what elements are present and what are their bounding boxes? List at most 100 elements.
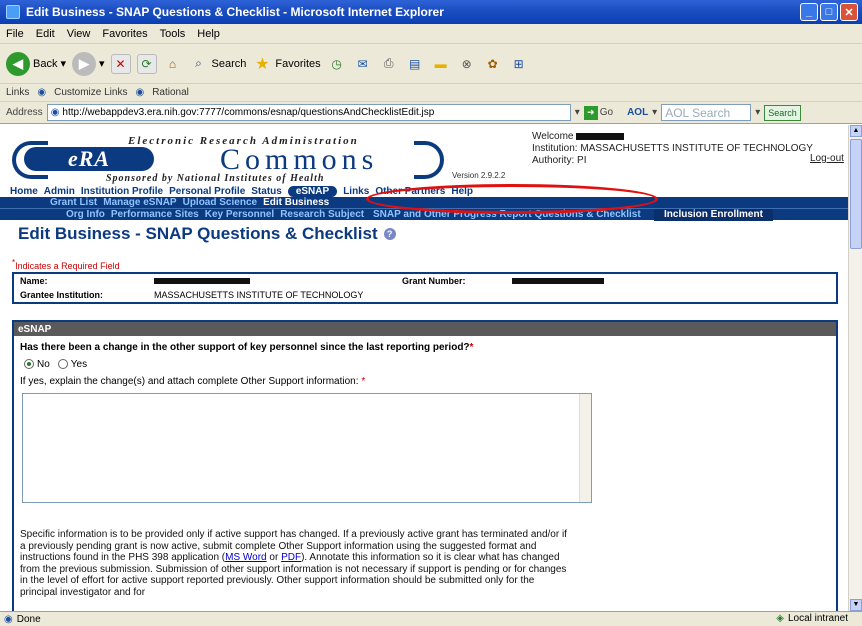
stop-icon[interactable]: ✕ bbox=[110, 53, 131, 74]
zone-label: Local intranet bbox=[787, 613, 848, 624]
home-icon[interactable]: ⌂ bbox=[163, 54, 183, 74]
help-icon[interactable]: ? bbox=[383, 228, 396, 240]
subnav-edit-business[interactable]: Edit Business bbox=[263, 197, 329, 208]
instructions-or: or bbox=[266, 552, 282, 563]
menu-view[interactable]: View bbox=[67, 28, 91, 40]
page-viewport: Electronic Research Administration eRA C… bbox=[0, 125, 848, 611]
ms-word-link[interactable]: MS Word bbox=[225, 552, 267, 563]
radio-no[interactable]: No bbox=[24, 359, 50, 370]
required-star: * bbox=[469, 342, 474, 353]
subnav-grant-list[interactable]: Grant List bbox=[50, 197, 97, 208]
menu-file[interactable]: File bbox=[6, 28, 24, 40]
search-label: Search bbox=[211, 57, 247, 70]
link-customize[interactable]: Customize Links bbox=[54, 87, 127, 98]
radio-no-label: No bbox=[37, 359, 50, 370]
address-label: Address bbox=[6, 107, 43, 118]
refresh-icon[interactable]: ⟳ bbox=[136, 53, 157, 74]
esnap-section: eSNAP Has there been a change in the oth… bbox=[12, 320, 838, 611]
menu-tools[interactable]: Tools bbox=[160, 28, 186, 40]
menu-edit[interactable]: Edit bbox=[36, 28, 55, 40]
era-logo[interactable]: Electronic Research Administration eRA C… bbox=[10, 129, 444, 185]
nav-admin[interactable]: Admin bbox=[44, 186, 75, 197]
explain-change-textarea[interactable] bbox=[22, 393, 592, 503]
forward-button[interactable]: ▶ ▾ bbox=[72, 51, 105, 76]
subnav-manage-esnap[interactable]: Manage eSNAP bbox=[103, 197, 176, 208]
go-arrow-icon: ➜ bbox=[583, 105, 598, 120]
scroll-down-arrow[interactable]: ▼ bbox=[850, 599, 862, 611]
scroll-thumb[interactable] bbox=[850, 139, 862, 249]
globe-icon: ◉ bbox=[37, 87, 47, 98]
close-button[interactable]: ✕ bbox=[840, 3, 858, 21]
era-logo-short: eRA bbox=[24, 146, 154, 171]
links-label: Links bbox=[6, 87, 30, 98]
question-other-support-text: Has there been a change in the other sup… bbox=[20, 342, 470, 353]
menu-help[interactable]: Help bbox=[197, 28, 220, 40]
nav-institution-profile[interactable]: Institution Profile bbox=[81, 186, 163, 197]
chevron-down-icon[interactable]: ▾ bbox=[99, 57, 105, 70]
search-icon: ⌕ bbox=[195, 56, 202, 70]
tab-org-info[interactable]: Org Info bbox=[66, 209, 105, 220]
ie-app-icon bbox=[6, 5, 20, 19]
research-icon[interactable]: ✿ bbox=[483, 54, 503, 74]
go-button[interactable]: ➜ Go bbox=[583, 105, 613, 120]
nav-links[interactable]: Links bbox=[343, 186, 369, 197]
authority-info: Authority: PI bbox=[532, 155, 587, 166]
chevron-down-icon[interactable]: ▾ bbox=[60, 57, 66, 70]
scroll-up-arrow[interactable]: ▲ bbox=[850, 125, 862, 137]
version-label: Version 2.9.2.2 bbox=[452, 171, 506, 180]
favorites-button[interactable]: ★ Favorites bbox=[252, 54, 320, 74]
tab-key-personnel[interactable]: Key Personnel bbox=[205, 209, 274, 220]
folder-icon[interactable]: ▬ bbox=[431, 54, 451, 74]
esnap-section-header: eSNAP bbox=[14, 322, 836, 336]
menu-favorites[interactable]: Favorites bbox=[102, 28, 147, 40]
tab-inclusion-enrollment[interactable]: Inclusion Enrollment bbox=[654, 208, 773, 221]
mail-icon[interactable]: ✉ bbox=[353, 54, 373, 74]
search-button[interactable]: ⌕ Search bbox=[189, 54, 247, 74]
welcome-label: Welcome bbox=[532, 131, 574, 142]
page-icon: ◉ bbox=[50, 107, 60, 118]
radio-yes-control[interactable] bbox=[57, 359, 68, 370]
edit-icon[interactable]: ▤ bbox=[405, 54, 425, 74]
question-explain-change: If yes, explain the change(s) and attach… bbox=[14, 370, 836, 387]
maximize-button[interactable]: □ bbox=[820, 3, 838, 21]
user-info: Welcome Institution: MASSACHUSETTS INSTI… bbox=[532, 131, 813, 167]
other-support-radio-group: No Yes bbox=[14, 353, 836, 370]
nav-esnap[interactable]: eSNAP bbox=[287, 185, 338, 197]
grantee-institution-label: Grantee Institution: bbox=[20, 290, 103, 300]
window-titlebar: Edit Business - SNAP Questions & Checkli… bbox=[0, 0, 862, 24]
nav-personal-profile[interactable]: Personal Profile bbox=[169, 186, 245, 197]
history-icon[interactable]: ◷ bbox=[327, 54, 347, 74]
logo-swoosh-right bbox=[414, 141, 444, 179]
textarea-scrollbar[interactable] bbox=[579, 394, 591, 502]
subnav-upload-science[interactable]: Upload Science bbox=[183, 197, 257, 208]
favorites-label: Favorites bbox=[275, 57, 321, 70]
address-input[interactable]: ◉ http://webappdev3.era.nih.gov:7777/com… bbox=[46, 104, 571, 121]
browser-toolbar: ◀ Back ▾ ▶ ▾ ✕ ⟳ ⌂ ⌕ Search ★ Favorites … bbox=[0, 44, 862, 84]
print-icon[interactable]: ⎙ bbox=[379, 54, 399, 74]
media-icon[interactable]: ⊞ bbox=[509, 54, 529, 74]
aol-search-input[interactable]: AOL Search bbox=[661, 104, 752, 121]
logout-link[interactable]: Log-out bbox=[810, 153, 844, 164]
aol-search-placeholder: AOL Search bbox=[665, 105, 731, 120]
link-rational[interactable]: Rational bbox=[152, 87, 189, 98]
nav-home[interactable]: Home bbox=[10, 186, 38, 197]
globe-icon: ◉ bbox=[135, 87, 145, 98]
pdf-link[interactable]: PDF bbox=[281, 552, 301, 563]
messenger-icon[interactable]: ⊗ bbox=[457, 54, 477, 74]
tab-research-subject[interactable]: Research Subject bbox=[280, 209, 364, 220]
aol-label[interactable]: AOL bbox=[627, 107, 648, 118]
aol-search-button[interactable]: Search bbox=[764, 104, 801, 121]
page-scrollbar[interactable]: ▲ ▼ bbox=[848, 125, 862, 611]
tab-performance-sites[interactable]: Performance Sites bbox=[111, 209, 199, 220]
nav-status[interactable]: Status bbox=[251, 186, 282, 197]
back-button[interactable]: ◀ Back ▾ bbox=[6, 51, 66, 76]
intranet-icon: ◈ bbox=[776, 613, 784, 624]
minimize-button[interactable]: _ bbox=[800, 3, 818, 21]
question-other-support: Has there been a change in the other sup… bbox=[14, 336, 836, 353]
chevron-down-icon[interactable]: ▾ bbox=[575, 107, 580, 118]
chevron-down-icon[interactable]: ▾ bbox=[652, 107, 657, 118]
radio-no-control[interactable] bbox=[24, 359, 34, 370]
page-title: Edit Business - SNAP Questions & Checkli… bbox=[0, 220, 848, 244]
radio-yes[interactable]: Yes bbox=[57, 359, 87, 370]
chevron-down-icon[interactable]: ▾ bbox=[755, 107, 760, 118]
